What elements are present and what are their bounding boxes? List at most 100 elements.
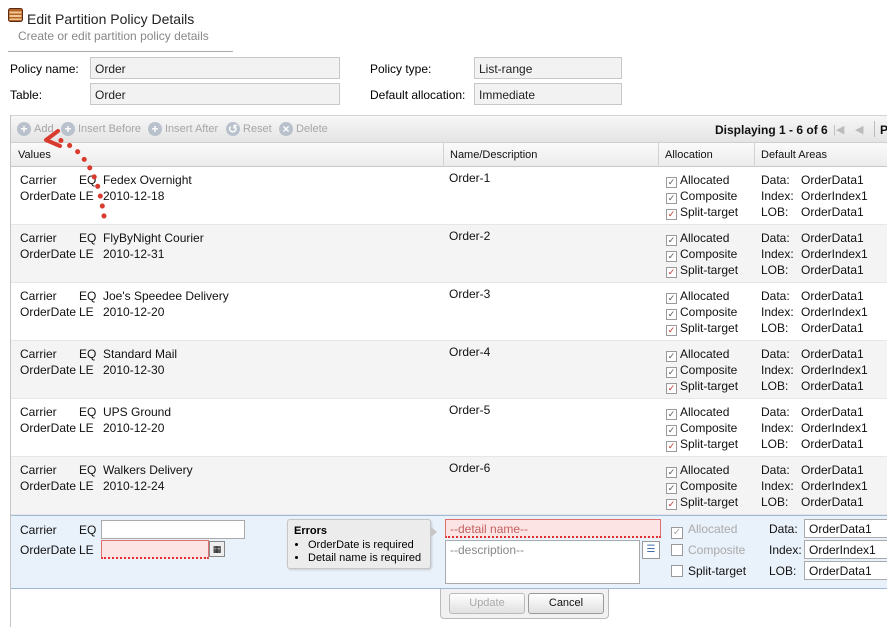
carrier-value: Walkers Delivery [103,463,193,477]
row-name: Order-3 [449,287,491,301]
row-name: Order-6 [449,461,491,475]
orderdate-value: 2010-12-18 [103,189,165,203]
table-row[interactable]: Carrier EQ Joe's Speedee Delivery OrderD… [11,283,887,341]
carrier-value: Standard Mail [103,347,178,361]
reset-icon: ↺ [226,122,240,136]
col-divider [443,143,444,167]
row-editor: Carrier EQ OrderDate LE ▦ Errors OrderDa… [11,515,887,589]
allocated-checkbox[interactable]: ✓ [671,527,683,539]
index-area-select[interactable]: OrderIndex1 [804,540,887,559]
errors-tooltip: Errors OrderDate is required Detail name… [287,519,437,569]
default-allocation-field[interactable]: Immediate [474,83,622,105]
errors-title: Errors [294,525,328,537]
check-icon: ✓ [666,309,677,320]
reset-button[interactable]: ↺ Reset [226,122,272,136]
check-icon: ✓ [666,383,677,394]
detail-name-input[interactable]: --detail name-- [445,519,661,538]
check-icon: ✓ [666,409,677,420]
row-name: Order-5 [449,403,491,417]
check-icon: ✓ [666,235,677,246]
data-area-select[interactable]: OrderData1 [804,519,887,538]
col-name-description[interactable]: Name/Description [450,149,537,161]
insert-before-button[interactable]: + Insert Before [61,122,141,136]
description-textarea[interactable]: --description-- [445,540,640,584]
first-page-icon[interactable]: |◀ [833,123,844,136]
check-icon: ✓ [666,209,677,220]
table-row[interactable]: Carrier EQ UPS Ground OrderDate LE 2010-… [11,399,887,457]
memo-editor-icon[interactable]: ☰ [642,541,660,559]
page-subtitle: Create or edit partition policy details [18,29,209,43]
carrier-value: Fedex Overnight [103,173,192,187]
orderdate-value: 2010-12-24 [103,479,165,493]
delete-icon: × [279,122,293,136]
check-icon: ✓ [666,351,677,362]
orderdate-value: 2010-12-31 [103,247,165,261]
lob-area-select[interactable]: OrderData1 [804,561,887,580]
insert-after-button[interactable]: + Insert After [148,122,218,136]
partition-grid: + Add + Insert Before + Insert After ↺ Reset… [10,115,887,627]
row-name: Order-2 [449,229,491,243]
col-values[interactable]: Values [18,149,51,161]
page-label: P [880,123,887,137]
composite-checkbox[interactable] [671,544,683,556]
paging-divider [874,121,875,137]
check-icon: ✓ [666,177,677,188]
check-icon: ✓ [666,483,677,494]
carrier-value: Joe's Speedee Delivery [103,289,229,303]
page-title: Edit Partition Policy Details [27,11,195,27]
check-icon: ✓ [666,251,677,262]
header-divider [8,51,233,52]
check-icon: ✓ [666,499,677,510]
check-icon: ✓ [666,367,677,378]
grid-toolbar: + Add + Insert Before + Insert After ↺ Reset… [11,115,887,143]
carrier-value: FlyByNight Courier [103,231,204,245]
col-allocation[interactable]: Allocation [665,149,713,161]
paging-info: Displaying 1 - 6 of 6 [715,123,828,137]
policy-type-label: Policy type: [370,62,432,76]
plus-circle-icon: + [61,122,75,136]
check-icon: ✓ [666,293,677,304]
default-allocation-label: Default allocation: [370,88,466,102]
error-item: Detail name is required [308,552,424,565]
delete-button[interactable]: × Delete [279,122,328,136]
error-item: OrderDate is required [308,539,424,552]
plus-circle-icon: + [17,122,31,136]
table-row[interactable]: Carrier EQ FlyByNight Courier OrderDate … [11,225,887,283]
update-button[interactable]: Update [449,593,525,614]
tooltip-pointer [430,526,437,538]
table-label: Table: [10,88,43,102]
page-header: Edit Partition Policy Details Create or … [0,0,887,56]
policy-name-field[interactable]: Order [90,57,340,79]
check-icon: ✓ [666,325,677,336]
check-icon: ✓ [666,441,677,452]
grid-column-header: Values Name/Description Allocation Defau… [11,143,887,167]
col-default-areas[interactable]: Default Areas [761,149,827,161]
orderdate-value: 2010-12-20 [103,421,165,435]
policy-name-label: Policy name: [10,62,79,76]
check-icon: ✓ [666,193,677,204]
database-icon [8,8,23,22]
table-field[interactable]: Order [90,83,340,105]
carrier-input[interactable] [101,520,245,539]
col-divider [658,143,659,167]
orderdate-value: 2010-12-20 [103,305,165,319]
prev-page-icon[interactable]: ◀ [855,123,863,136]
check-icon: ✓ [666,425,677,436]
orderdate-input[interactable] [101,540,209,559]
col-divider [754,143,755,167]
row-name: Order-1 [449,171,491,185]
table-row[interactable]: Carrier EQ Walkers Delivery OrderDate LE… [11,457,887,515]
calendar-icon[interactable]: ▦ [209,541,225,557]
plus-circle-icon: + [148,122,162,136]
row-name: Order-4 [449,345,491,359]
table-row[interactable]: Carrier EQ Standard Mail OrderDate LE 20… [11,341,887,399]
policy-type-field[interactable]: List-range [474,57,622,79]
split-target-checkbox[interactable] [671,565,683,577]
check-icon: ✓ [666,267,677,278]
orderdate-value: 2010-12-30 [103,363,165,377]
editor-button-bar: Update Cancel [440,589,609,619]
table-row[interactable]: Carrier EQ Fedex Overnight OrderDate LE … [11,167,887,225]
cancel-button[interactable]: Cancel [528,593,604,614]
carrier-value: UPS Ground [103,405,172,419]
add-button[interactable]: + Add [17,122,54,136]
